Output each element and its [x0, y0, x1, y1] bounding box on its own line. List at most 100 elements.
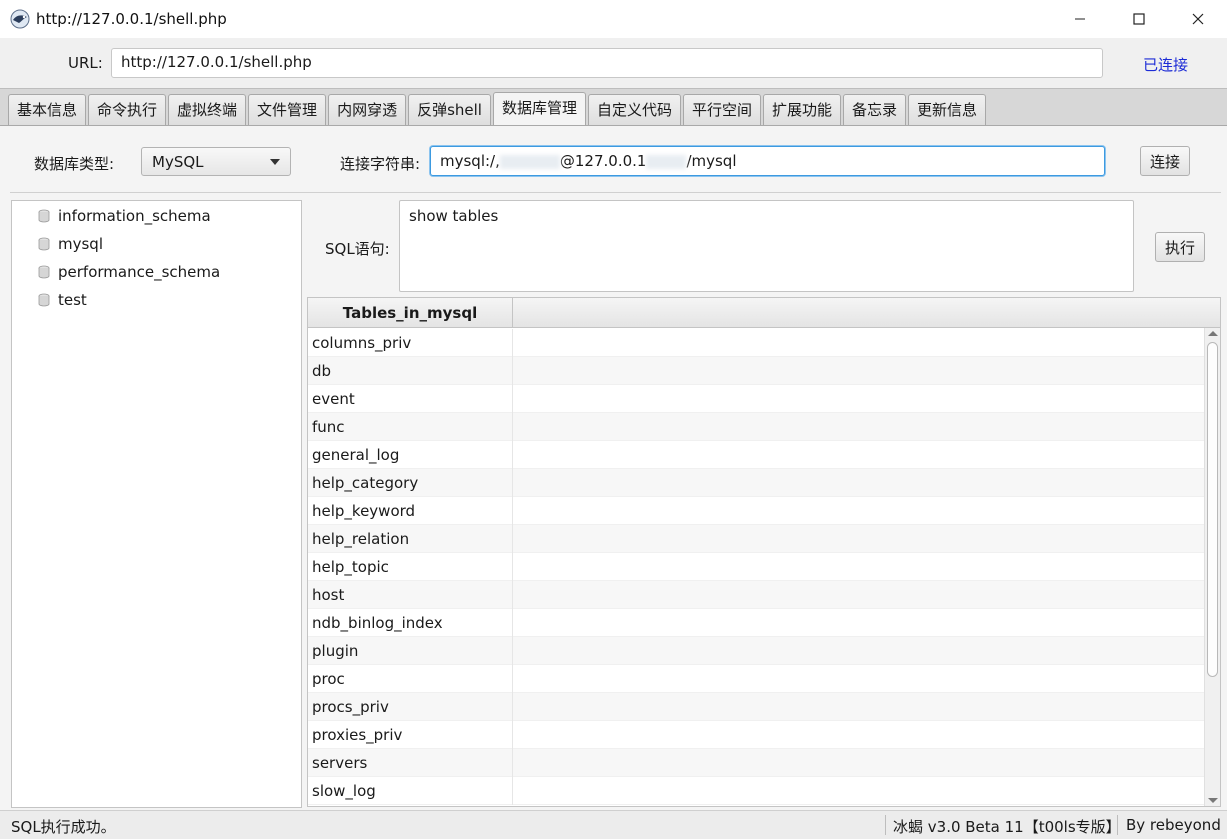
connstr-input[interactable]: mysql:/, @127.0.0.1/mysql [430, 146, 1105, 176]
table-cell: help_relation [308, 525, 513, 553]
results-table[interactable]: Tables_in_mysql columns_priv db event func g… [307, 297, 1221, 807]
table-row[interactable]: event [308, 385, 1204, 413]
scroll-down-icon[interactable] [1208, 798, 1218, 803]
tree-item-database[interactable]: mysql [38, 230, 103, 258]
redacted-credentials [499, 154, 560, 169]
database-name: mysql [58, 235, 103, 253]
divider [10, 192, 1221, 193]
database-icon [38, 293, 50, 307]
connstr-prefix: mysql:/, [440, 152, 500, 170]
table-row[interactable]: func [308, 413, 1204, 441]
table-row[interactable]: help_topic [308, 553, 1204, 581]
url-row: URL: http://127.0.0.1/shell.php 已连接 [0, 38, 1227, 88]
table-row[interactable]: host [308, 581, 1204, 609]
chevron-down-icon [270, 159, 280, 165]
tab-8[interactable]: 平行空间 [683, 94, 762, 125]
status-message: SQL执行成功。 [11, 818, 116, 836]
table-cell: event [308, 385, 513, 413]
tab-4[interactable]: 内网穿透 [328, 94, 407, 125]
db-type-value: MySQL [152, 153, 204, 171]
status-divider [885, 815, 886, 835]
tab-11[interactable]: 更新信息 [908, 94, 987, 125]
table-row[interactable]: proc [308, 665, 1204, 693]
tab-7[interactable]: 自定义代码 [587, 94, 681, 125]
maximize-icon [1132, 13, 1145, 25]
table-cell: proxies_priv [308, 721, 513, 749]
table-row[interactable]: ndb_binlog_index [308, 609, 1204, 637]
url-input[interactable]: http://127.0.0.1/shell.php [111, 48, 1103, 78]
status-author: By rebeyond [1126, 816, 1221, 834]
tree-item-database[interactable]: performance_schema [38, 258, 220, 286]
database-name: information_schema [58, 207, 211, 225]
database-name: test [58, 291, 87, 309]
database-tree[interactable]: information_schemamysql performance_schem… [11, 200, 302, 808]
table-cell: help_keyword [308, 497, 513, 525]
sql-label: SQL语句: [325, 240, 390, 258]
table-cell: ndb_binlog_index [308, 609, 513, 637]
url-label: URL: [68, 54, 103, 72]
table-row[interactable]: procs_priv [308, 693, 1204, 721]
db-type-select[interactable]: MySQL [141, 147, 291, 176]
tab-0[interactable]: 基本信息 [8, 94, 87, 125]
connstr-host: @127.0.0.1 [559, 152, 647, 170]
close-icon [1192, 13, 1203, 25]
table-row[interactable]: slow_log [308, 777, 1204, 805]
table-cell: slow_log [308, 777, 513, 805]
scroll-up-icon[interactable] [1208, 331, 1218, 336]
table-cell: help_category [308, 469, 513, 497]
tab-3[interactable]: 文件管理 [248, 94, 327, 125]
tab-9[interactable]: 扩展功能 [763, 94, 842, 125]
close-button[interactable] [1168, 0, 1227, 38]
table-row[interactable]: servers [308, 749, 1204, 777]
table-cell: procs_priv [308, 693, 513, 721]
table-row[interactable]: help_category [308, 469, 1204, 497]
table-row[interactable]: help_relation [308, 525, 1204, 553]
table-row[interactable]: db [308, 357, 1204, 385]
table-row[interactable]: plugin [308, 637, 1204, 665]
database-icon [38, 265, 50, 279]
db-connection-row: 数据库类型: MySQL 连接字符串: mysql:/, @127.0.0.1/m… [0, 126, 1227, 192]
table-row[interactable]: columns_priv [308, 329, 1204, 357]
window-title: http://127.0.0.1/shell.php [36, 10, 227, 28]
connection-status[interactable]: 已连接 [1143, 54, 1188, 75]
table-cell: columns_priv [308, 329, 513, 357]
database-name: performance_schema [58, 263, 221, 281]
tab-2[interactable]: 虚拟终端 [168, 94, 247, 125]
tab-5[interactable]: 反弹shell [408, 94, 491, 125]
table-cell: help_topic [308, 553, 513, 581]
minimize-icon [1074, 18, 1085, 20]
table-cell: func [308, 413, 513, 441]
tab-bar: 基本信息 命令执行 虚拟终端 文件管理 内网穿透 反弹shell 数据库管理 自定义代码 平行空… [0, 88, 1227, 126]
title-bar: http://127.0.0.1/shell.php [0, 0, 1227, 38]
table-body: columns_priv db event func general_log help_c… [308, 329, 1204, 805]
connstr-suffix: /mysql [686, 152, 737, 170]
maximize-button[interactable] [1109, 0, 1168, 38]
status-divider [1117, 815, 1118, 835]
table-cell: general_log [308, 441, 513, 469]
table-row[interactable]: help_keyword [308, 497, 1204, 525]
database-icon [38, 209, 50, 223]
execute-button[interactable]: 执行 [1155, 232, 1205, 262]
tree-item-database[interactable]: test [38, 286, 87, 314]
column-header[interactable]: Tables_in_mysql [308, 298, 513, 328]
connect-button[interactable]: 连接 [1140, 146, 1190, 176]
vertical-scrollbar[interactable] [1204, 328, 1220, 806]
minimize-button[interactable] [1050, 0, 1109, 38]
database-icon [38, 237, 50, 251]
status-version: 冰蝎 v3.0 Beta 11【t00ls专版】 [893, 818, 1121, 836]
connstr-label: 连接字符串: [340, 155, 421, 173]
tab-1[interactable]: 命令执行 [88, 94, 167, 125]
table-cell: proc [308, 665, 513, 693]
tab-10[interactable]: 备忘录 [843, 94, 907, 125]
table-cell: plugin [308, 637, 513, 665]
table-row[interactable]: general_log [308, 441, 1204, 469]
table-row[interactable]: proxies_priv [308, 721, 1204, 749]
sql-input[interactable]: show tables [399, 200, 1134, 292]
tree-item-database[interactable]: information_schema [38, 202, 211, 230]
scrollbar-thumb[interactable] [1207, 342, 1218, 677]
redacted-port [646, 154, 687, 169]
table-cell: db [308, 357, 513, 385]
table-cell: servers [308, 749, 513, 777]
db-type-label: 数据库类型: [34, 155, 115, 173]
tab-6[interactable]: 数据库管理 [492, 92, 586, 125]
